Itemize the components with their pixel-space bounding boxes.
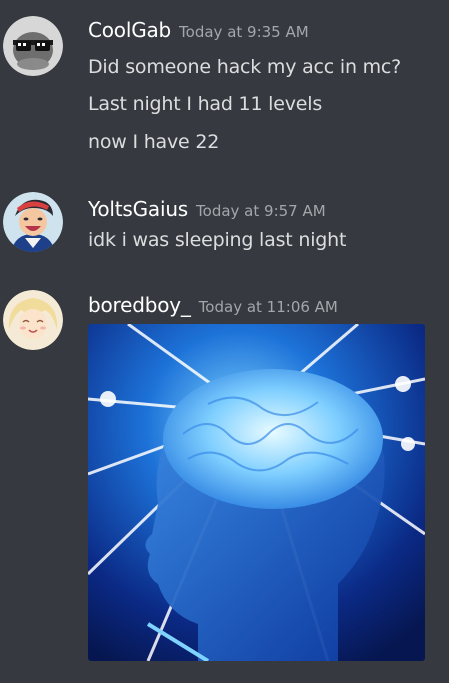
image-attachment[interactable]: [88, 324, 425, 661]
avatar[interactable]: [3, 192, 63, 252]
message-header: CoolGab Today at 9:35 AM: [88, 18, 309, 42]
anime-boy-avatar-icon: [3, 192, 63, 252]
timestamp: Today at 11:06 AM: [198, 298, 338, 316]
message-header: YoltsGaius Today at 9:57 AM: [88, 197, 326, 221]
galaxy-brain-meme-image: [88, 324, 425, 661]
timestamp: Today at 9:35 AM: [179, 23, 309, 41]
username[interactable]: boredboy_: [88, 293, 191, 317]
avatar[interactable]: [3, 16, 63, 76]
message-text: Last night I had 11 levels: [88, 93, 323, 115]
message-header: boredboy_ Today at 11:06 AM: [88, 293, 338, 317]
chat-messages: CoolGab Today at 9:35 AM Did someone hack…: [0, 0, 449, 683]
username[interactable]: CoolGab: [88, 18, 171, 42]
message-text: Did someone hack my acc in mc?: [88, 56, 402, 78]
anime-blonde-avatar-icon: [3, 290, 63, 350]
message-text: now I have 22: [88, 131, 220, 153]
message-text: idk i was sleeping last night: [88, 229, 347, 251]
timestamp: Today at 9:57 AM: [196, 202, 326, 220]
avatar[interactable]: [3, 290, 63, 350]
username[interactable]: YoltsGaius: [88, 197, 188, 221]
sunglasses-avatar-icon: [3, 16, 63, 76]
